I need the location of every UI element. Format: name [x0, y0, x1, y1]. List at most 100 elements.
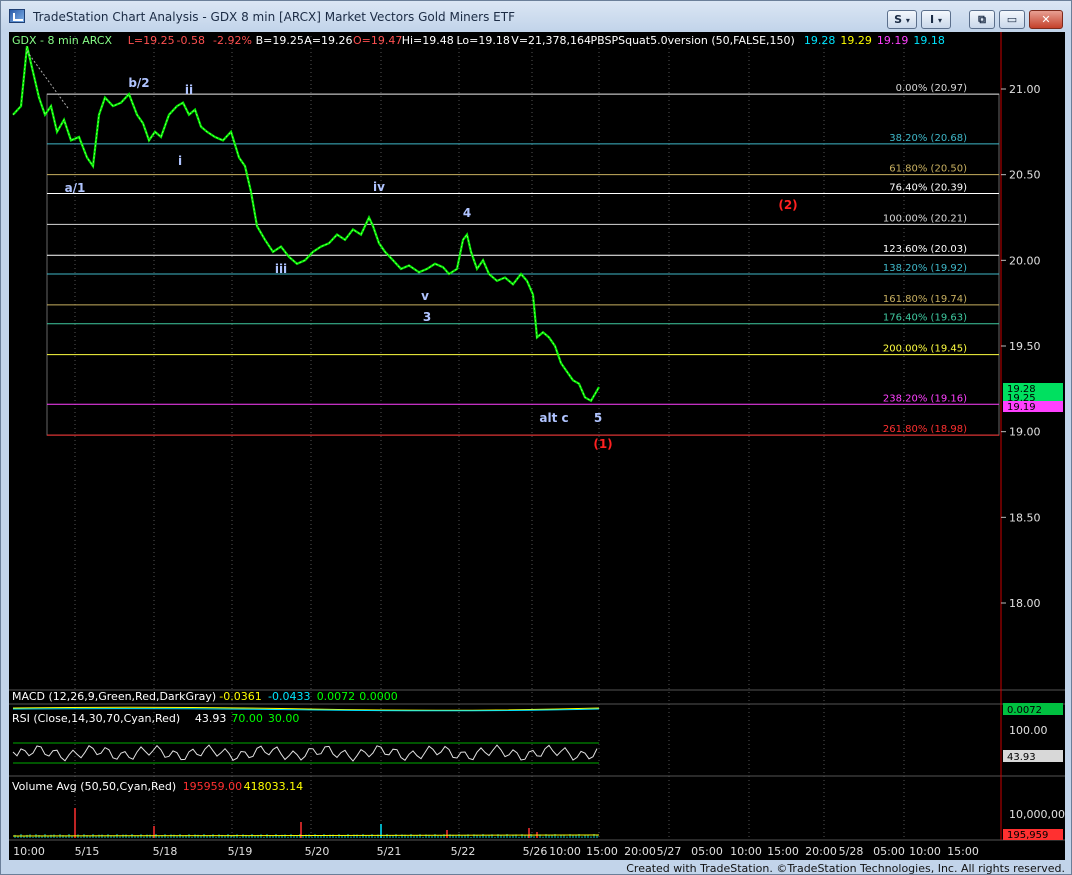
time-axis-label: 5/20 — [305, 845, 330, 858]
rsi-value: 70.00 — [231, 712, 263, 725]
fib-level-label: 61.80% (20.50) — [889, 164, 967, 175]
time-axis-label: 10:00 — [13, 845, 45, 858]
price-axis-label: 18.00 — [1009, 597, 1041, 610]
price-axis-label: 19.50 — [1009, 340, 1041, 353]
info-line-item: -0.58 — [177, 34, 205, 47]
price-chart-svg[interactable]: GDX - 8 min ARCX L=19.25 -0.58 -2.92% B=19.2… — [9, 32, 1065, 860]
info-line-item: 19.18 — [913, 34, 945, 47]
fib-level-label: 238.20% (19.16) — [883, 393, 967, 404]
info-line-item: GDX - 8 min ARCX — [12, 34, 113, 47]
info-line-item: L=19.25 — [128, 34, 175, 47]
fib-level-label: 100.00% (20.21) — [883, 213, 967, 224]
wave-label: v — [421, 289, 429, 303]
fib-box — [46, 93, 1000, 436]
price-axis-label: 19.00 — [1009, 426, 1041, 439]
close-button[interactable]: ✕ — [1029, 10, 1063, 29]
time-axis-label: 05:00 — [873, 845, 905, 858]
time-axis-label: 20:00 — [805, 845, 837, 858]
chart-canvas[interactable]: GDX - 8 min ARCX L=19.25 -0.58 -2.92% B=19.2… — [9, 32, 1065, 860]
restore-icon: ⧉ — [978, 13, 986, 26]
time-axis-label: 5/21 — [377, 845, 402, 858]
wave-label: iv — [373, 180, 385, 194]
info-line-item: 19.28 — [804, 34, 836, 47]
restore-button[interactable]: ⧉ — [969, 10, 995, 29]
volume-value: 418033.14 — [244, 780, 304, 793]
wave-label: alt c — [539, 411, 568, 425]
tradestation-window: TradeStation Chart Analysis - GDX 8 min … — [0, 0, 1072, 875]
wave-label: iii — [275, 262, 287, 276]
fib-level-label: 176.40% (19.63) — [883, 313, 967, 324]
rsi-line — [12, 744, 598, 762]
copyright-text: Created with TradeStation. ©TradeStation… — [626, 862, 1065, 875]
info-line-item: B=19.25 — [256, 34, 304, 47]
rsi-label: RSI (Close,14,30,70,Cyan,Red) — [12, 712, 180, 725]
time-axis-label: 10:00 — [909, 845, 941, 858]
chevron-down-icon: ▾ — [937, 16, 942, 25]
time-axis-label: 05:00 — [691, 845, 723, 858]
wave-label: (1) — [593, 437, 612, 451]
time-axis-label: 5/15 — [75, 845, 100, 858]
time-axis-label: 10:00 — [549, 845, 581, 858]
fib-level-label: 38.20% (20.68) — [889, 133, 967, 144]
wave-label: 5 — [594, 411, 602, 425]
tradestation-app-icon — [9, 9, 25, 23]
time-axis-label: 10:00 — [730, 845, 762, 858]
price-axis-label: 18.50 — [1009, 511, 1041, 524]
wave-label: (2) — [778, 198, 797, 212]
time-axis-label: 5/26 — [523, 845, 548, 858]
window-title: TradeStation Chart Analysis - GDX 8 min … — [33, 10, 515, 24]
chevron-down-icon: ▾ — [905, 16, 910, 25]
time-axis-label: 5/22 — [451, 845, 476, 858]
wave-label: b/2 — [128, 76, 149, 90]
info-line-item: O=19.47 — [353, 34, 402, 47]
i-button-label: I — [930, 13, 935, 26]
fib-level-label: 123.60% (20.03) — [883, 244, 967, 255]
macd-value: -0.0433 — [268, 690, 310, 703]
info-line-item: 19.29 — [840, 34, 872, 47]
info-line-item: PBSPSquat5.0version (50,FALSE,150) — [591, 34, 795, 47]
indicator-i-button[interactable]: I ▾ — [921, 10, 951, 29]
trend-dotted-line — [26, 51, 70, 110]
volume-value: 195959.00 — [183, 780, 243, 793]
time-axis-label: 20:00 — [624, 845, 656, 858]
s-button-label: S — [894, 13, 903, 26]
rsi-tag-label: 43.93 — [1007, 752, 1036, 763]
macd-label: MACD (12,26,9,Green,Red,DarkGray) — [12, 690, 216, 703]
wave-label: a/1 — [65, 181, 86, 195]
time-axis-label: 15:00 — [586, 845, 618, 858]
time-axis-label: 15:00 — [947, 845, 979, 858]
time-axis-label: 5/18 — [153, 845, 178, 858]
close-icon: ✕ — [1041, 13, 1051, 26]
price-series-line[interactable] — [12, 45, 600, 403]
info-line-item: V=21,378,164 — [511, 34, 591, 47]
fib-level-label: 138.20% (19.92) — [883, 263, 967, 274]
info-line-item: Hi=19.48 — [402, 34, 454, 47]
fib-level-label: 0.00% (20.97) — [896, 83, 967, 94]
price-axis-label: 21.00 — [1009, 83, 1041, 96]
maximize-button[interactable]: ▭ — [999, 10, 1025, 29]
rsi-axis-label: 100.00 — [1009, 724, 1048, 737]
volume-tag-label: 195,959 — [1007, 830, 1048, 841]
time-axis-label: 15:00 — [767, 845, 799, 858]
title-bar[interactable]: TradeStation Chart Analysis - GDX 8 min … — [1, 1, 1071, 31]
info-line-item: A=19.26 — [304, 34, 352, 47]
macd-value: -0.0361 — [219, 690, 261, 703]
info-line-item: -2.92% — [213, 34, 252, 47]
fib-level-label: 76.40% (20.39) — [889, 183, 967, 194]
fib-level-label: 261.80% (18.98) — [883, 424, 967, 435]
info-line-item: 19.19 — [877, 34, 909, 47]
fib-level-label: 200.00% (19.45) — [883, 344, 967, 355]
wave-label: 4 — [463, 206, 471, 220]
wave-label: 3 — [423, 310, 431, 324]
time-axis-label: 5/27 — [657, 845, 682, 858]
price-series-highlight — [12, 46, 600, 402]
maximize-icon: ▭ — [1006, 13, 1018, 26]
price-tag-label: 19.19 — [1007, 402, 1036, 413]
rsi-value: 43.93 — [195, 712, 227, 725]
info-line-item: Lo=19.18 — [457, 34, 510, 47]
macd-value: 0.0072 — [317, 690, 356, 703]
wave-label: i — [178, 154, 182, 168]
symbol-link-s-button[interactable]: S ▾ — [887, 10, 917, 29]
time-axis-label: 5/19 — [228, 845, 253, 858]
time-axis-label: 5/28 — [839, 845, 864, 858]
